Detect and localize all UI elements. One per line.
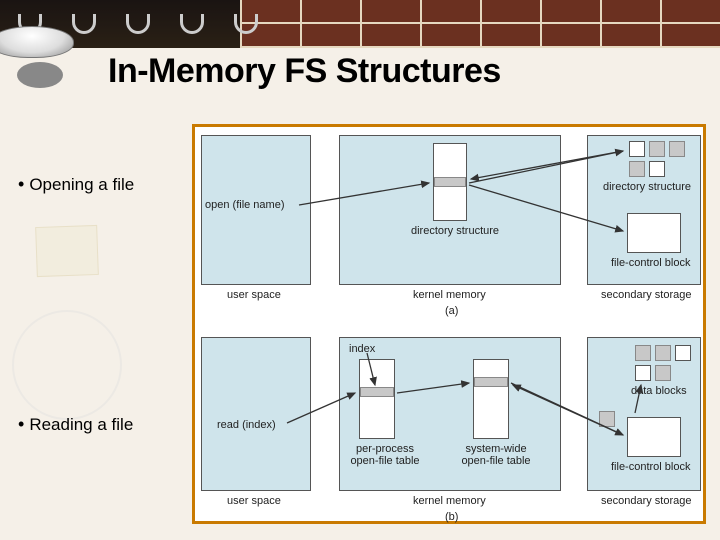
clock-ghost xyxy=(12,310,122,420)
label-user-space-b: user space xyxy=(227,495,281,507)
caption-b: (b) xyxy=(445,511,458,523)
label-kernel-b: kernel memory xyxy=(413,495,486,507)
fcb-box-a xyxy=(627,213,681,253)
label-fcb-b: file-control block xyxy=(611,461,690,473)
label-read-call: read (index) xyxy=(217,419,276,431)
storage-blk xyxy=(629,141,645,157)
data-blk xyxy=(655,345,671,361)
data-blk-w xyxy=(635,365,651,381)
caption-a: (a) xyxy=(445,305,458,317)
storage-blk-grey xyxy=(649,141,665,157)
bullet-reading-file: Reading a file xyxy=(18,414,133,435)
storage-blk-grey xyxy=(629,161,645,177)
storage-blk-grey xyxy=(669,141,685,157)
label-index: index xyxy=(349,343,375,355)
system-wide-entry xyxy=(474,377,508,387)
per-process-entry xyxy=(360,387,394,397)
diagram-frame: open (file name) user space directory st… xyxy=(192,124,706,524)
label-per-process: per-process open-file table xyxy=(345,443,425,467)
label-kernel-a: kernel memory xyxy=(413,289,486,301)
page-title: In-Memory FS Structures xyxy=(108,52,501,91)
label-secondary-b: secondary storage xyxy=(601,495,692,507)
label-system-wide: system-wide open-file table xyxy=(455,443,537,467)
label-secondary-a: secondary storage xyxy=(601,289,692,301)
fcb-side-blk xyxy=(599,411,615,427)
data-blk xyxy=(635,345,651,361)
storage-blk xyxy=(649,161,665,177)
data-blk xyxy=(655,365,671,381)
panel-user-space-b xyxy=(201,337,311,491)
brick-decoration xyxy=(240,0,720,48)
header-band xyxy=(0,0,720,48)
data-blk-w xyxy=(675,345,691,361)
fcb-box-b xyxy=(627,417,681,457)
label-open-call: open (file name) xyxy=(205,199,285,211)
system-wide-box xyxy=(473,359,509,439)
label-dir-struct-center: directory structure xyxy=(411,225,499,237)
sticky-note-ghost xyxy=(35,225,99,277)
label-user-space-a: user space xyxy=(227,289,281,301)
dir-struct-entry xyxy=(434,177,466,187)
label-data-blocks: data blocks xyxy=(631,385,687,397)
label-dir-struct-right: directory structure xyxy=(603,181,691,193)
bullet-opening-file: Opening a file xyxy=(18,174,134,195)
lamp-decoration xyxy=(0,26,90,106)
per-process-box xyxy=(359,359,395,439)
label-fcb-a: file-control block xyxy=(611,257,690,269)
